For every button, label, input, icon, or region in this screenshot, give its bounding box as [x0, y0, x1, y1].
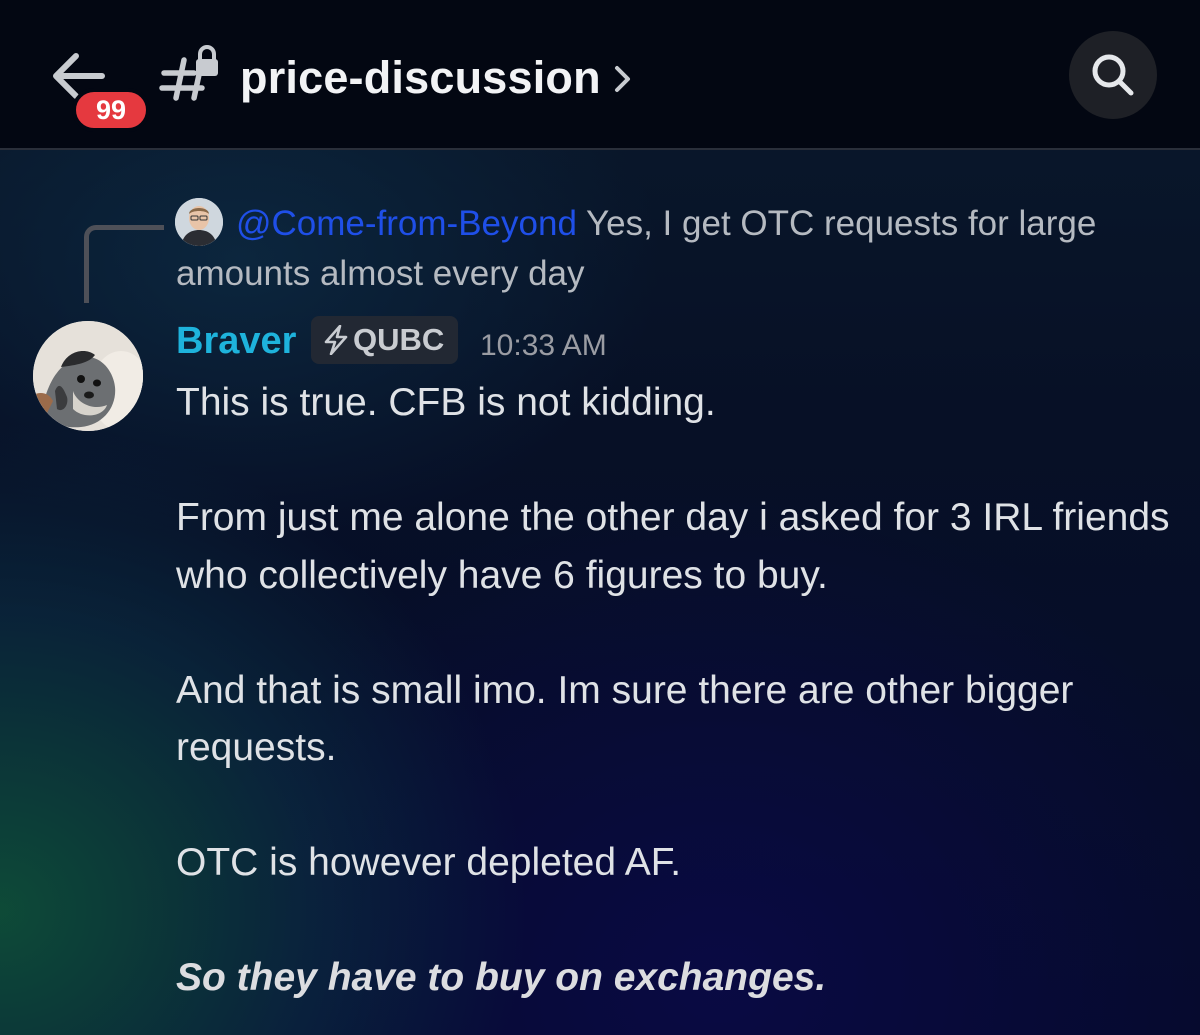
search-icon [1092, 54, 1134, 96]
role-tag[interactable]: QUBC [311, 316, 459, 364]
reply-text-line2[interactable]: amounts almost every day [176, 252, 585, 296]
role-name: QUBC [353, 322, 445, 357]
reply-connector [84, 225, 164, 303]
search-button[interactable] [1069, 31, 1157, 119]
lightning-icon [324, 325, 348, 355]
message-content: This is true. CFB is not kidding. From j… [176, 374, 1176, 1007]
chevron-right-icon[interactable] [612, 64, 634, 94]
unread-badge: 99 [72, 88, 150, 132]
channel-title[interactable]: price-discussion [240, 50, 601, 106]
message-paragraph: From just me alone the other day i asked… [176, 496, 1170, 597]
reply-user-avatar[interactable] [175, 198, 223, 246]
avatar[interactable] [33, 321, 143, 431]
message-paragraph: And that is small imo. Im sure there are… [176, 668, 1074, 770]
message-paragraph: OTC is however depleted AF. [176, 841, 682, 884]
reply-mention[interactable]: @Come-from-Beyond [236, 204, 577, 243]
timestamp: 10:33 AM [480, 329, 607, 362]
reply-text-line1: Yes, I get OTC requests for large [586, 204, 1097, 243]
reply-preview[interactable]: @Come-from-Beyond Yes, I get OTC request… [236, 202, 1096, 246]
username[interactable]: Braver [176, 318, 296, 364]
message-paragraph: This is true. CFB is not kidding. [176, 381, 716, 424]
message-emphasis: So they have to buy on exchanges. [176, 956, 827, 999]
back-button[interactable]: 99 [48, 48, 158, 134]
locked-hash-icon [159, 45, 218, 101]
channel-header: 99 price-discussion [0, 0, 1200, 150]
